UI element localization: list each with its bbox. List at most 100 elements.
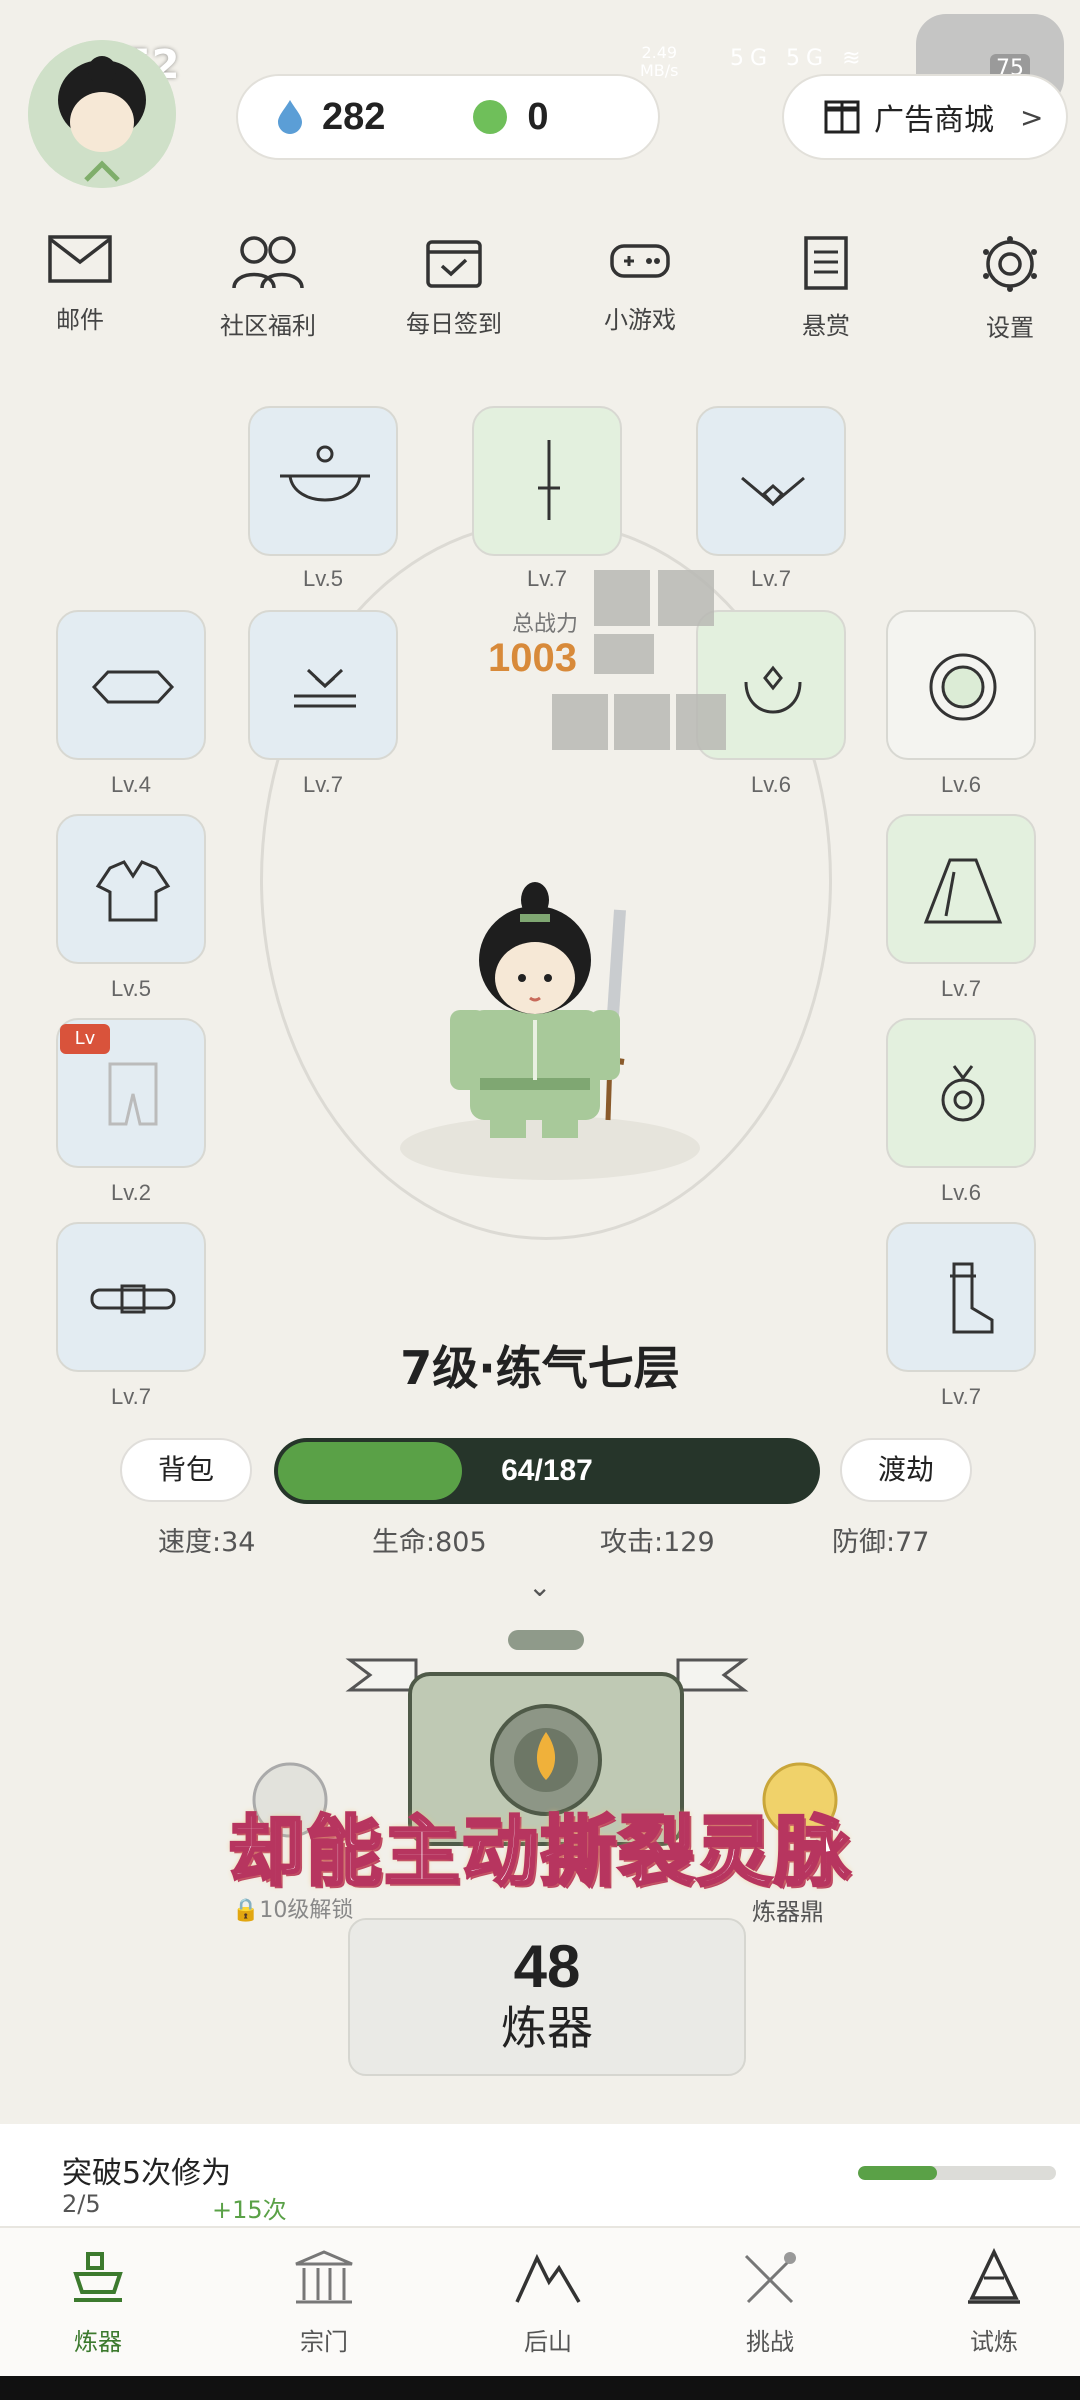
task-progress-bar <box>858 2166 1056 2180</box>
nav-trial-label: 试炼 <box>970 2328 1018 2356</box>
hat-icon <box>280 445 370 502</box>
mountain-icon <box>515 2253 581 2303</box>
slot-shoulder[interactable] <box>248 610 398 760</box>
checkin-icon <box>426 240 482 288</box>
slot-pendant[interactable] <box>886 1018 1036 1168</box>
menu-minigame-label: 小游戏 <box>604 306 676 334</box>
cultivation-progress-bar: 64/187 <box>274 1438 820 1504</box>
task-progress-fill <box>858 2166 938 2180</box>
slot-necklace-level: Lv.7 <box>751 566 791 591</box>
slot-pendant-level: Lv.6 <box>941 1180 981 1205</box>
overlay-block <box>676 694 726 750</box>
menu-settings[interactable]: 设置 <box>935 234 1080 343</box>
menu-community-label: 社区福利 <box>220 312 316 340</box>
slot-hat[interactable] <box>248 406 398 556</box>
stat-attack: 攻击:129 <box>600 1527 715 1558</box>
player-avatar[interactable] <box>28 40 176 188</box>
bag-button[interactable]: 背包 <box>120 1438 252 1502</box>
slot-belt-charm-level: Lv.4 <box>111 772 151 797</box>
overlay-block <box>594 570 650 626</box>
shoulder-guard-icon <box>294 668 356 708</box>
slot-cape[interactable] <box>886 814 1036 964</box>
forge-button[interactable]: 48 炼器 <box>348 1918 746 2076</box>
tribulation-button[interactable]: 渡劫 <box>840 1438 972 1502</box>
spirit-stone-count: 282 <box>322 95 386 138</box>
slot-weapon[interactable] <box>472 406 622 556</box>
nav-mountain[interactable]: 后山 <box>478 2248 618 2357</box>
top-menu: 邮件 社区福利 每日签到 小游戏 悬赏 设置 <box>0 234 1080 364</box>
slot-shoulder-level: Lv.7 <box>303 772 343 797</box>
community-icon <box>232 236 304 289</box>
menu-mail[interactable]: 邮件 <box>5 234 155 335</box>
slot-cape-level: Lv.7 <box>941 976 981 1001</box>
slot-pants[interactable]: Lv <box>56 1018 206 1168</box>
menu-checkin[interactable]: 每日签到 <box>379 234 529 339</box>
menu-settings-label: 设置 <box>986 314 1034 342</box>
sword-icon <box>538 440 560 520</box>
slot-belt-charm[interactable] <box>56 610 206 760</box>
pendant-icon <box>941 1065 985 1122</box>
task-title: 突破5次修为 <box>62 2156 232 2191</box>
swords-icon <box>744 2252 796 2304</box>
jade-icon <box>473 100 508 134</box>
task-progress: 2/5 <box>62 2190 101 2218</box>
shop-icon <box>824 100 860 134</box>
cape-icon <box>923 858 1003 924</box>
cultivation-progress-text: 64/187 <box>501 1454 593 1487</box>
slot-hat-level: Lv.5 <box>303 566 343 591</box>
lock-icon: 🔒 <box>232 1898 260 1923</box>
menu-checkin-label: 每日签到 <box>406 310 502 338</box>
slot-amulet-level: Lv.6 <box>751 772 791 797</box>
spirit-stone-icon <box>278 100 302 134</box>
forge-count: 48 <box>513 1933 581 2000</box>
nav-sect-label: 宗门 <box>300 2328 348 2356</box>
video-subtitle: 却能主动撕裂灵脉 <box>227 1806 852 1898</box>
nav-sect[interactable]: 宗门 <box>254 2248 394 2357</box>
jade-count: 0 <box>527 95 549 138</box>
wifi-icon: ≋ <box>842 46 867 71</box>
signal-icons: 5G 5G ≋ <box>730 46 867 71</box>
necklace-icon <box>741 476 805 507</box>
system-nav-strip <box>0 2376 1080 2400</box>
overlay-block <box>614 694 670 750</box>
chevron-down-icon[interactable]: ⌄ <box>528 1570 551 1603</box>
ring-icon <box>929 653 997 721</box>
currency-bar: 282 0 <box>236 74 660 160</box>
stat-hp: 生命:805 <box>372 1527 487 1558</box>
slot-armor[interactable] <box>56 814 206 964</box>
signal-5g-2: 5G <box>786 46 830 71</box>
slot-ring[interactable] <box>886 610 1036 760</box>
chevron-right-icon: > <box>1020 100 1044 134</box>
menu-bounty-label: 悬赏 <box>802 312 850 340</box>
shirt-icon <box>95 860 171 922</box>
ad-shop-button[interactable]: 广告商城 > <box>782 74 1068 160</box>
nav-forge[interactable]: 炼器 <box>28 2248 168 2357</box>
menu-community[interactable]: 社区福利 <box>193 234 343 341</box>
sect-icon <box>295 2250 353 2304</box>
realm-title: 7级·练气七层 <box>400 1341 680 1395</box>
nav-trial[interactable]: 试炼 <box>924 2248 1064 2357</box>
menu-minigame[interactable]: 小游戏 <box>565 234 715 335</box>
slot-necklace[interactable] <box>696 406 846 556</box>
settings-icon <box>983 236 1037 292</box>
gamepad-icon <box>610 244 670 278</box>
character-figure <box>400 882 700 1180</box>
cauldron-label: 炼器鼎 <box>752 1898 824 1926</box>
bottom-nav: 炼器 宗门 后山 挑战 试炼 <box>0 2226 1080 2376</box>
forge-label: 炼器 <box>501 2001 593 2055</box>
level-up-badge: Lv <box>60 1024 110 1054</box>
menu-bounty[interactable]: 悬赏 <box>751 234 901 341</box>
forge-icon <box>73 2252 123 2302</box>
slot-armor-level: Lv.5 <box>111 976 151 1001</box>
slot-pants-level: Lv.2 <box>111 1180 151 1205</box>
bounty-icon <box>804 236 848 290</box>
overlay-block <box>658 570 714 626</box>
shop-label: 广告商城 <box>874 103 994 138</box>
nav-forge-label: 炼器 <box>74 2328 122 2356</box>
task-bonus: +15次 <box>212 2196 287 2224</box>
stat-defense: 防御:77 <box>832 1527 930 1558</box>
unlock-text: 10级解锁 <box>259 1898 354 1923</box>
trial-icon <box>968 2248 1020 2304</box>
nav-challenge[interactable]: 挑战 <box>700 2248 840 2357</box>
menu-mail-label: 邮件 <box>56 306 104 334</box>
